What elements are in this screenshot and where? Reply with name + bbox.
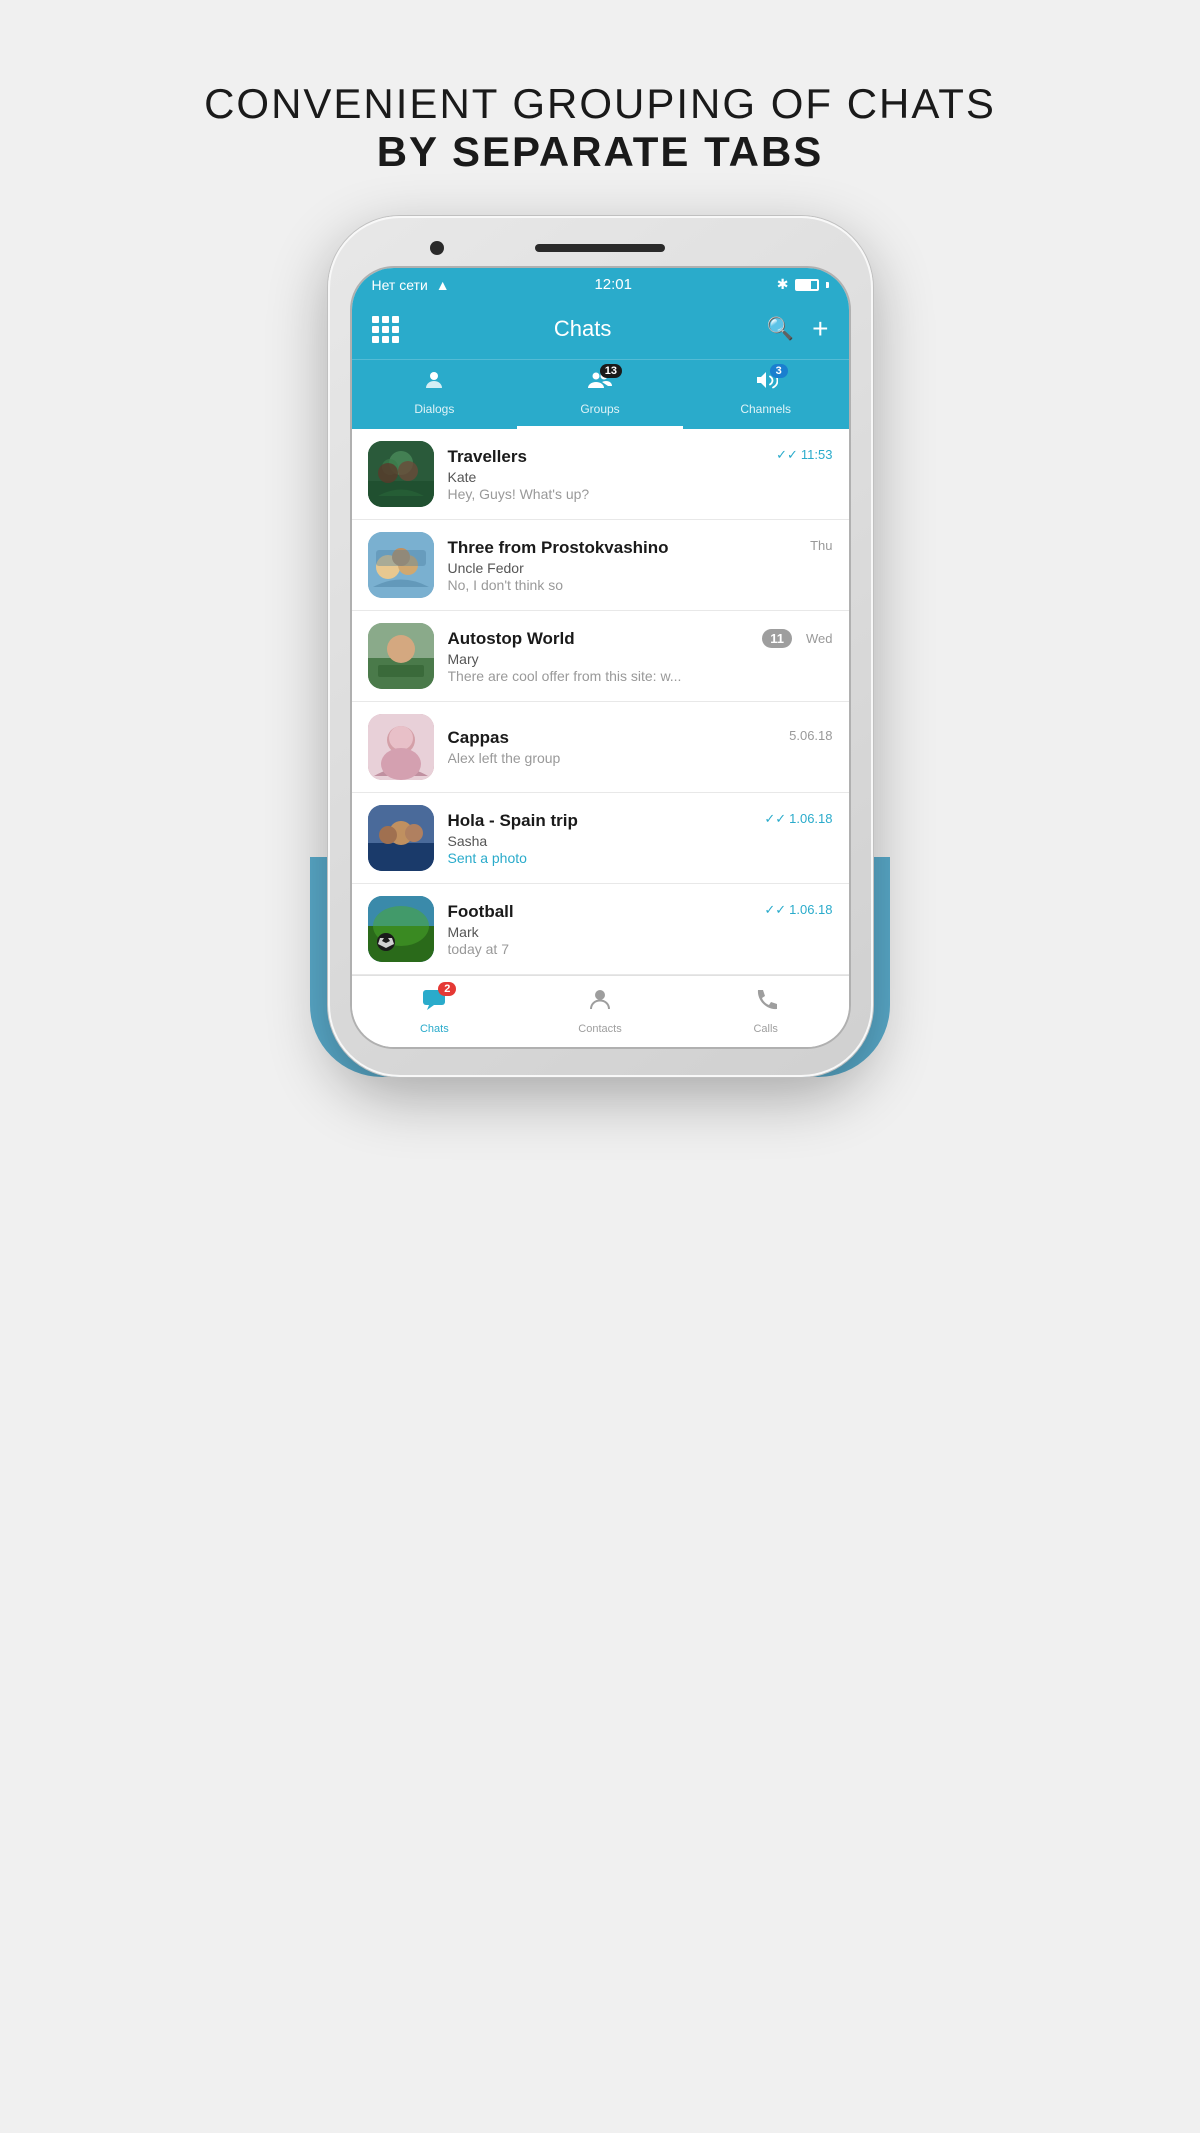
phone-top [350,244,851,252]
chat-name: Autostop World [448,629,575,649]
chat-time: ✓✓1.06.18 [764,811,832,827]
tabs-bar: Dialogs 13 Groups [352,359,849,429]
chat-preview: Hey, Guys! What's up? [448,486,833,502]
chat-sender: Uncle Fedor [448,560,833,576]
chat-content-prostokvashino: Three from Prostokvashino Thu Uncle Fedo… [448,538,833,593]
chat-sender: Mary [448,651,833,667]
bottom-nav: 2 Chats Contacts Calls [352,975,849,1047]
phone-camera [430,241,444,255]
chat-list: Travellers ✓✓11:53 Kate Hey, Guys! What'… [352,429,849,975]
chat-sender: Mark [448,924,833,940]
battery-tip [826,282,829,288]
chat-avatar-hola [368,805,434,871]
chat-top-row: Cappas 5.06.18 [448,728,833,748]
battery-fill [797,281,811,289]
chat-preview: No, I don't think so [448,577,833,593]
chat-top-row: Autostop World 11 Wed [448,629,833,649]
chat-top-row: Travellers ✓✓11:53 [448,447,833,467]
chat-name: Hola - Spain trip [448,811,578,831]
chat-content-football: Football ✓✓1.06.18 Mark today at 7 [448,902,833,957]
chat-content-cappas: Cappas 5.06.18 Alex left the group [448,728,833,766]
phone-frame: Нет сети ▲ 12:01 ✱ [328,216,873,1077]
chat-top-row: Football ✓✓1.06.18 [448,902,833,922]
wifi-icon: ▲ [436,277,450,293]
chat-time: 5.06.18 [789,728,832,743]
battery-icon [795,279,819,291]
chats-nav-label: Chats [420,1023,449,1035]
status-bar: Нет сети ▲ 12:01 ✱ [352,268,849,301]
tab-groups-label: Groups [580,402,619,416]
header-title: Chats [554,316,611,342]
chat-name: Travellers [448,447,527,467]
chat-avatar-football [368,896,434,962]
calls-nav-label: Calls [753,1023,777,1035]
screen: Нет сети ▲ 12:01 ✱ [350,266,851,1049]
add-icon[interactable]: + [812,313,828,345]
chat-content-travellers: Travellers ✓✓11:53 Kate Hey, Guys! What'… [448,447,833,502]
status-time: 12:01 [594,276,632,293]
chat-sender: Kate [448,469,833,485]
chat-top-row: Three from Prostokvashino Thu [448,538,833,558]
chat-time: Wed [806,631,833,646]
nav-item-calls[interactable]: Calls [683,976,849,1047]
chat-item-prostokvashino[interactable]: Three from Prostokvashino Thu Uncle Fedo… [352,520,849,611]
bluetooth-icon: ✱ [777,276,789,293]
nav-item-chats[interactable]: 2 Chats [352,976,518,1047]
tab-dialogs-label: Dialogs [414,402,454,416]
chat-name: Football [448,902,514,922]
channels-badge: 3 [770,364,788,378]
chat-item-autostop[interactable]: Autostop World 11 Wed Mary There are coo… [352,611,849,702]
tab-groups[interactable]: 13 Groups [517,360,683,429]
chat-preview: There are cool offer from this site: w..… [448,668,833,684]
nav-badge-chats: 2 [438,982,456,996]
header-actions: 🔍 + [767,313,829,345]
chat-avatar-cappas [368,714,434,780]
menu-icon[interactable] [372,316,399,343]
dialogs-icon [422,368,446,398]
chat-preview: today at 7 [448,941,833,957]
calls-nav-icon [753,986,779,1019]
status-left: Нет сети ▲ [372,277,450,293]
chat-time: ✓✓1.06.18 [764,902,832,918]
page-title-line1: CONVENIENT GROUPING OF CHATS [204,80,996,128]
chat-preview: Sent a photo [448,850,833,866]
phone-wrapper: Нет сети ▲ 12:01 ✱ [310,216,890,1077]
chat-name: Three from Prostokvashino [448,538,669,558]
chat-sender: Sasha [448,833,833,849]
chat-time: Thu [810,538,832,553]
page-title-area: CONVENIENT GROUPING OF CHATS BY SEPARATE… [204,80,996,176]
contacts-nav-label: Contacts [578,1023,621,1035]
groups-badge: 13 [600,364,622,378]
tab-channels[interactable]: 3 Channels [683,360,849,429]
chat-content-hola: Hola - Spain trip ✓✓1.06.18 Sasha Sent a… [448,811,833,866]
unread-badge: 11 [762,629,792,648]
chat-item-football[interactable]: Football ✓✓1.06.18 Mark today at 7 [352,884,849,975]
chat-time: ✓✓11:53 [776,447,832,463]
chat-item-travellers[interactable]: Travellers ✓✓11:53 Kate Hey, Guys! What'… [352,429,849,520]
chat-avatar-prostokvashino [368,532,434,598]
chat-item-hola[interactable]: Hola - Spain trip ✓✓1.06.18 Sasha Sent a… [352,793,849,884]
tab-channels-label: Channels [740,402,791,416]
chat-item-cappas[interactable]: Cappas 5.06.18 Alex left the group [352,702,849,793]
search-icon[interactable]: 🔍 [767,316,794,342]
chat-top-row: Hola - Spain trip ✓✓1.06.18 [448,811,833,831]
nav-item-contacts[interactable]: Contacts [517,976,683,1047]
chat-avatar-travellers [368,441,434,507]
contacts-nav-icon [587,986,613,1019]
chat-content-autostop: Autostop World 11 Wed Mary There are coo… [448,629,833,684]
chat-preview: Alex left the group [448,750,833,766]
app-header: Chats 🔍 + [352,301,849,359]
tab-dialogs[interactable]: Dialogs [352,360,518,429]
chat-avatar-autostop [368,623,434,689]
status-right: ✱ [777,276,829,293]
page-title-line2: BY SEPARATE TABS [204,128,996,176]
chat-name: Cappas [448,728,509,748]
network-label: Нет сети [372,277,428,293]
phone-speaker [535,244,665,252]
